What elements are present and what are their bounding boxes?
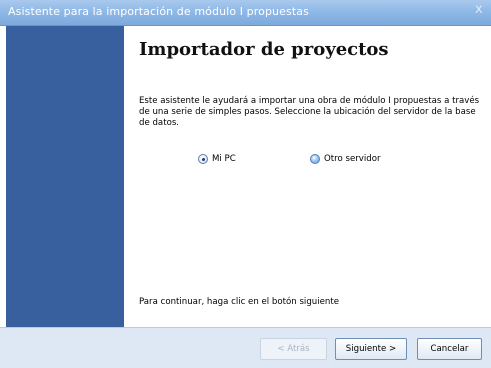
cancel-button[interactable]: Cancelar — [417, 338, 482, 360]
radio-mi-pc-label[interactable]: Mi PC — [212, 154, 236, 164]
radio-checked-icon[interactable] — [198, 154, 208, 164]
back-button[interactable]: < Atrás — [260, 338, 327, 360]
next-button[interactable]: Siguiente > — [335, 338, 407, 360]
radio-mi-pc[interactable]: Mi PC — [198, 154, 236, 164]
wizard-content: Importador de proyectos Este asistente l… — [124, 26, 491, 327]
wizard-description: Este asistente le ayudará a importar una… — [139, 96, 480, 128]
page-title: Importador de proyectos — [139, 39, 389, 60]
radio-otro-servidor[interactable]: Otro servidor — [310, 154, 381, 164]
wizard-window: Asistente para la importación de módulo … — [0, 0, 491, 368]
window-title: Asistente para la importación de módulo … — [8, 5, 309, 18]
wizard-sidebar — [6, 26, 124, 327]
continue-instruction: Para continuar, haga clic en el botón si… — [139, 297, 339, 307]
close-icon[interactable]: x — [475, 1, 491, 19]
radio-unchecked-icon[interactable] — [310, 154, 320, 164]
button-bar: < Atrás Siguiente > Cancelar — [0, 327, 491, 368]
title-bar[interactable]: Asistente para la importación de módulo … — [0, 0, 491, 26]
radio-otro-servidor-label[interactable]: Otro servidor — [324, 154, 381, 164]
